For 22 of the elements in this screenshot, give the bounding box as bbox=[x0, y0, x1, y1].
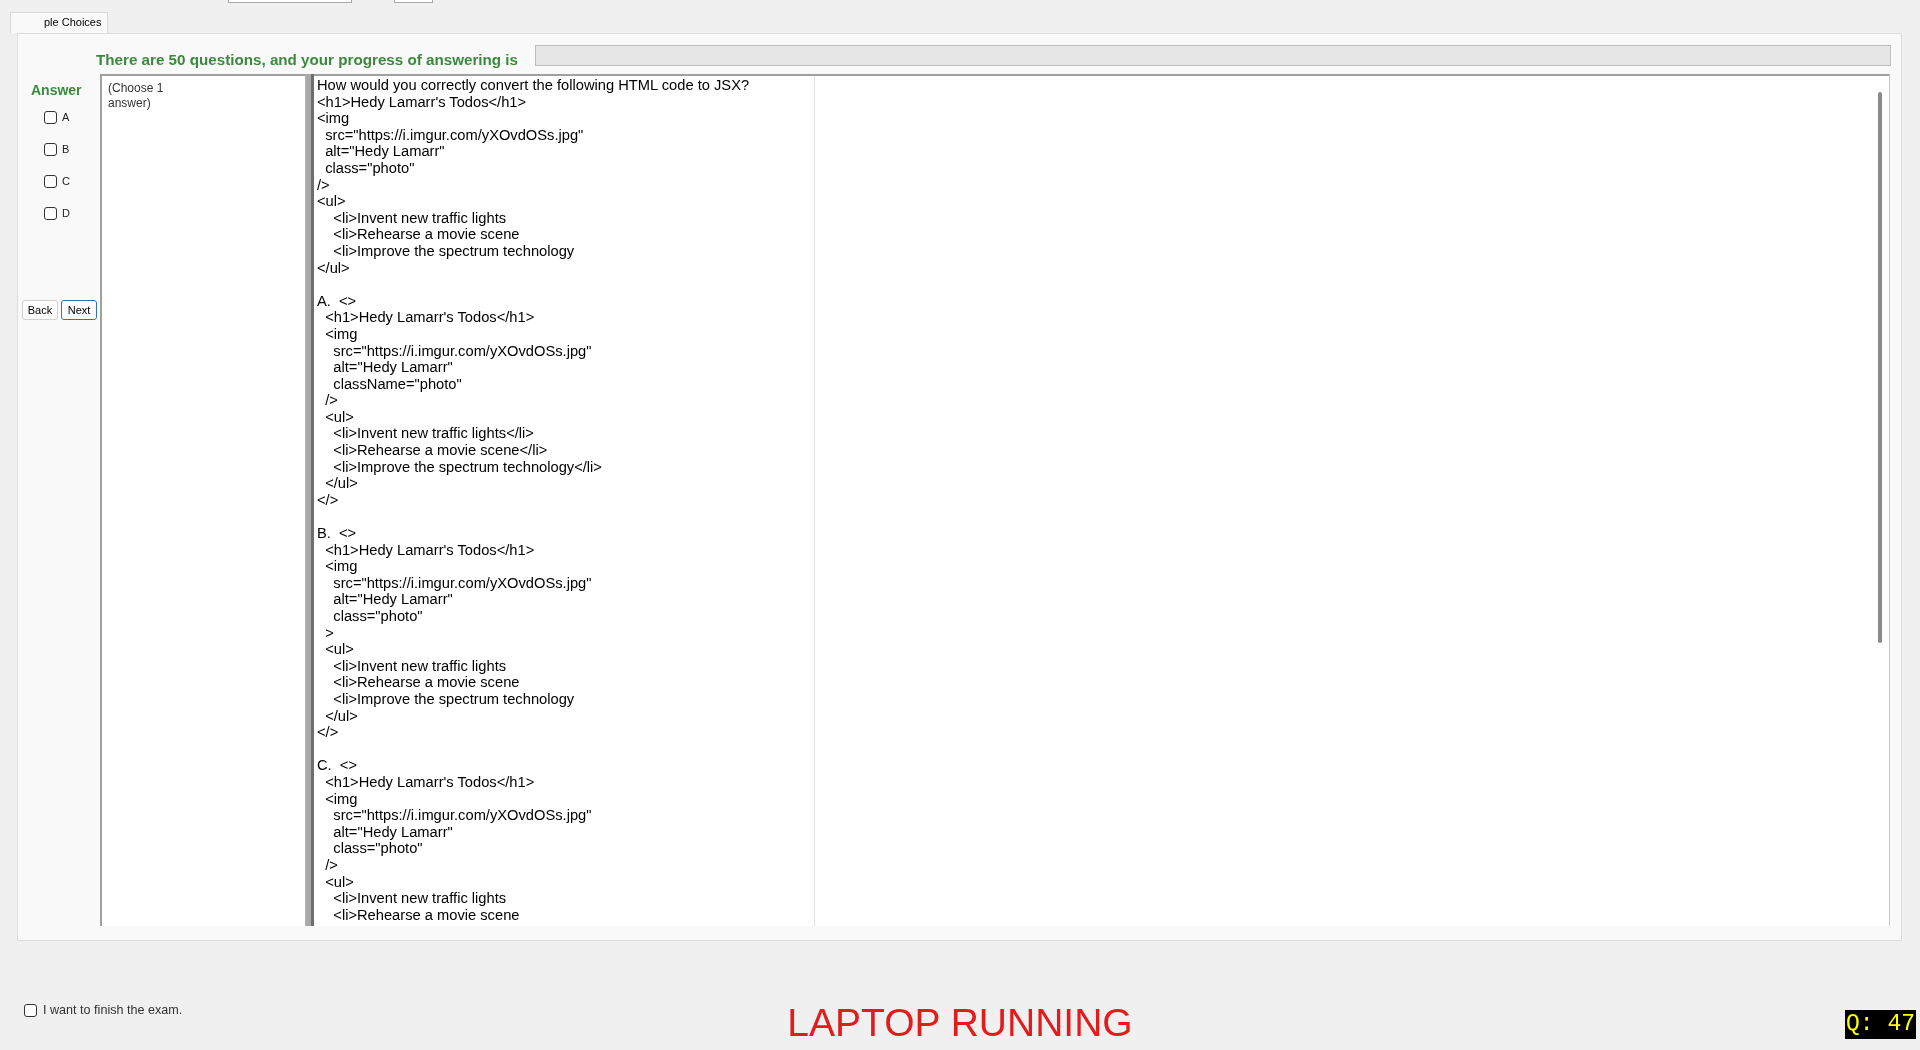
finish-label: I want to finish the exam. bbox=[43, 1003, 183, 1017]
scrollbar-thumb[interactable] bbox=[1878, 92, 1882, 643]
option-label: B bbox=[62, 142, 70, 156]
answer-title: Answer bbox=[31, 82, 82, 98]
progress-label: There are 50 questions, and your progress of answering is bbox=[96, 51, 518, 68]
tab[interactable]: ple Choices bbox=[10, 12, 108, 33]
checkbox[interactable] bbox=[44, 142, 57, 156]
checkbox[interactable] bbox=[44, 174, 57, 188]
checkbox[interactable] bbox=[24, 1003, 37, 1017]
option-label: C bbox=[62, 174, 70, 188]
checkbox[interactable] bbox=[44, 206, 57, 220]
back-button[interactable]: Back bbox=[22, 300, 58, 320]
dropdown-field[interactable] bbox=[228, 0, 352, 3]
hint-text: (Choose 1 answer) bbox=[108, 81, 165, 111]
question-counter: Q: 47 bbox=[1845, 1010, 1916, 1039]
option-label: D bbox=[62, 206, 70, 220]
question-text: How would you correctly convert the following HTML code to JSX? <h1>Hedy Lamarr's Todos</h1> <img src="https://i.imgur.com/yXOvdOSs.jpg" alt="Hedy Lamarr" class="photo" /> <ul> <li>Invent new traffic lights <li>Rehearse a movie scene <li>Improve the spectrum technology </ul> A. <> <h1>Hedy Lamarr's Todos</h1> <img src="https://i.imgur.com/yXOvdOSs.jpg" alt="Hedy Lamarr" className="photo" /> <ul> <li>Invent new traffic lights</li> <li>Rehearse a movie scene</li> <li>Improve the spectrum technology</li> </ul> </> B. <> <h1>Hedy Lamarr's Todos</h1> <img src="https://i.imgur.com/yXOvdOSs.jpg" alt="Hedy Lamarr" class="photo" > <ul> <li>Invent new traffic lights <li>Rehearse a movie scene <li>Improve the spectrum technology </ul> </> C. <> <h1>Hedy Lamarr's Todos</h1> <img src="https://i.imgur.com/yXOvdOSs.jpg" alt="Hedy Lamarr" class="photo" /> <ul> <li>Invent new traffic lights <li>Rehearse a movie scene bbox=[314, 76, 815, 926]
checkbox[interactable] bbox=[44, 110, 57, 124]
option-label: A bbox=[62, 110, 70, 124]
status-message: LAPTOP RUNNING bbox=[787, 1001, 1133, 1045]
next-button[interactable]: Next bbox=[61, 300, 97, 320]
input-field[interactable] bbox=[394, 0, 433, 3]
